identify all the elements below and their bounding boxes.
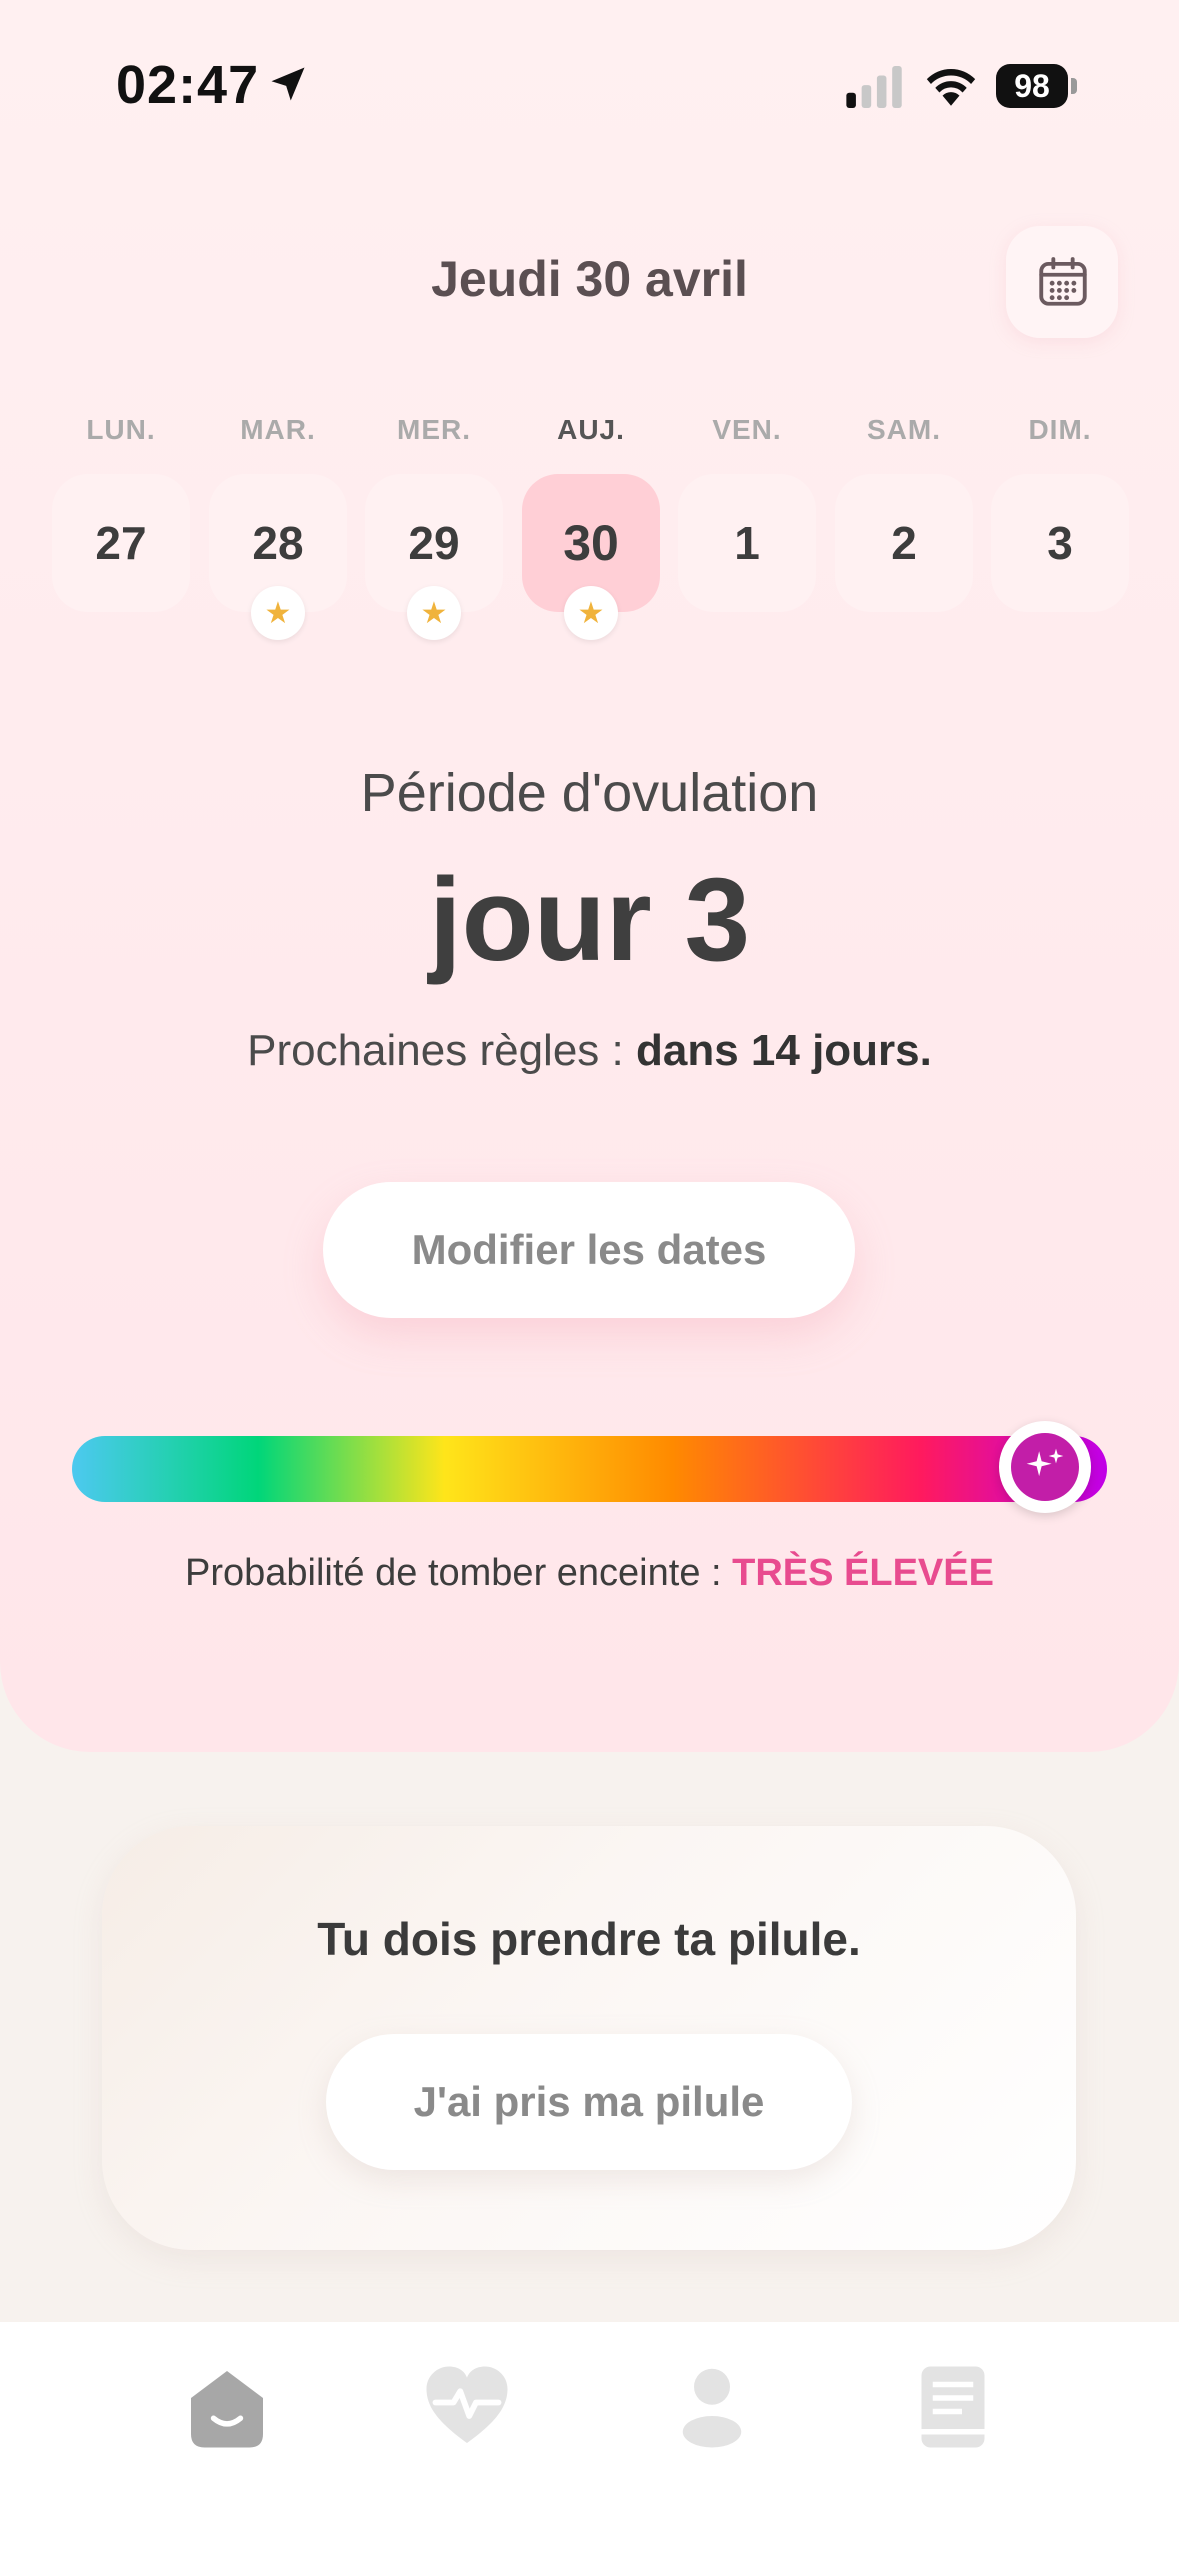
fertility-gauge-knob — [999, 1421, 1091, 1513]
page-title: Jeudi 30 avril — [431, 251, 748, 307]
pill-reminder-card: Tu dois prendre ta pilule. J'ai pris ma … — [102, 1826, 1076, 2250]
status-bar: 02:47 98 — [0, 0, 1179, 170]
tab-library[interactable] — [908, 2362, 998, 2452]
pill-reminder-title: Tu dois prendre ta pilule. — [317, 1913, 861, 1965]
fertility-gauge — [72, 1436, 1107, 1502]
next-period-text: Prochaines règles : dans 14 jours. — [0, 1026, 1179, 1076]
day-30[interactable]: AUJ. 30 ★ — [522, 414, 660, 640]
day-1[interactable]: VEN. 1 — [678, 414, 816, 612]
heart-pulse-icon — [426, 2366, 508, 2443]
day-name: MAR. — [240, 414, 316, 445]
day-number: 1 — [678, 474, 816, 612]
cycle-day: jour 3 — [428, 854, 751, 986]
day-3[interactable]: DIM. 3 — [991, 414, 1129, 612]
day-2[interactable]: SAM. 2 — [835, 414, 973, 612]
tab-home[interactable] — [182, 2362, 272, 2452]
tab-bar — [0, 2322, 1179, 2556]
next-period-value: dans 14 jours. — [635, 1026, 932, 1075]
day-number: 2 — [835, 474, 973, 612]
book-icon — [921, 2366, 985, 2448]
day-name: DIM. — [1028, 414, 1092, 445]
day-28[interactable]: MAR. 28 ★ — [209, 414, 347, 640]
day-name: LUN. — [86, 414, 156, 445]
day-name: AUJ. — [557, 414, 625, 445]
battery-indicator: 98 — [996, 64, 1078, 108]
home-icon — [191, 2371, 263, 2448]
wifi-icon — [926, 69, 976, 106]
pill-taken-button[interactable]: J'ai pris ma pilule — [326, 2034, 852, 2170]
next-period-label: Prochaines règles : — [247, 1026, 636, 1075]
cellular-signal-icon — [846, 66, 902, 108]
day-name: MER. — [397, 414, 471, 445]
modify-dates-button[interactable]: Modifier les dates — [323, 1182, 855, 1318]
sparkles-icon — [1026, 1448, 1064, 1477]
calendar-button[interactable] — [1006, 226, 1118, 338]
star-icon: ★ — [407, 586, 461, 640]
status-time: 02:47 — [116, 55, 260, 115]
tab-profile[interactable] — [667, 2362, 757, 2452]
location-arrow-icon — [271, 67, 305, 101]
day-name: SAM. — [867, 414, 941, 445]
day-name: VEN. — [712, 414, 782, 445]
star-icon: ★ — [564, 586, 618, 640]
day-number: 3 — [991, 474, 1129, 612]
week-strip: LUN. 27 MAR. 28 ★ MER. 29 ★ AUJ. 30 ★ VEN. 1 SAM. 2 DIM… — [52, 414, 1132, 654]
tab-health[interactable] — [422, 2362, 512, 2452]
day-number: 27 — [52, 474, 190, 612]
star-icon: ★ — [251, 586, 305, 640]
battery-level: 98 — [996, 64, 1068, 108]
profile-icon — [682, 2368, 742, 2448]
day-29[interactable]: MER. 29 ★ — [365, 414, 503, 640]
calendar-icon — [1039, 257, 1087, 306]
probability-value: TRÈS ÉLEVÉE — [732, 1552, 994, 1594]
probability-label: Probabilité de tomber enceinte : — [185, 1552, 733, 1594]
day-27[interactable]: LUN. 27 — [52, 414, 190, 612]
pregnancy-probability: Probabilité de tomber enceinte : TRÈS ÉL… — [0, 1552, 1179, 1595]
cycle-phase: Période d'ovulation — [360, 763, 819, 823]
